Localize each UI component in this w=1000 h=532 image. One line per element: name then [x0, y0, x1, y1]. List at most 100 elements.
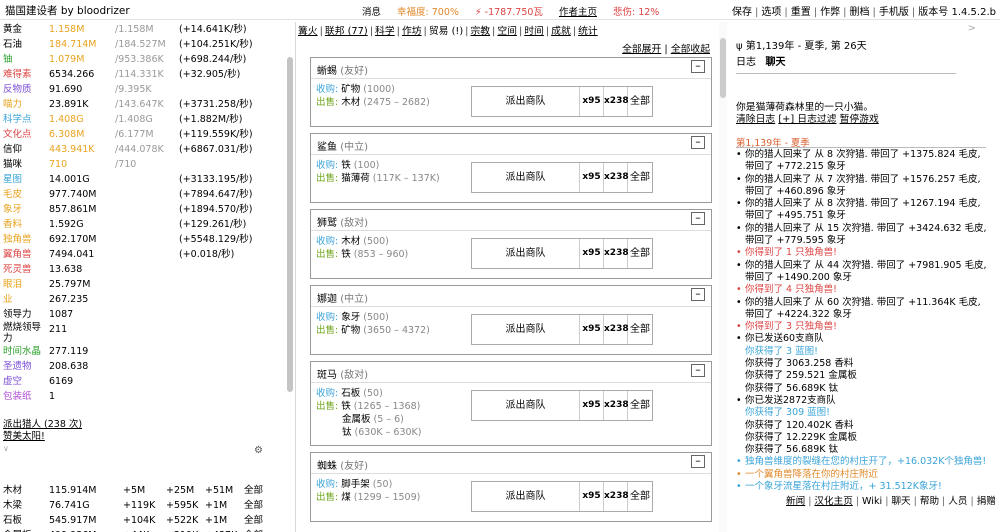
- collapse-button[interactable]: –: [691, 136, 705, 149]
- log-text: 你得到了 3 只独角兽!: [745, 321, 837, 333]
- trade-all-button[interactable]: 全部: [628, 239, 652, 268]
- tab-chat[interactable]: 聊天: [766, 57, 786, 68]
- messages-link[interactable]: 消息: [362, 7, 381, 18]
- trade-x238-button[interactable]: x238: [604, 87, 629, 116]
- craft-all-button[interactable]: 全部: [244, 498, 263, 513]
- collapse-all-link[interactable]: 全部收起: [671, 44, 710, 55]
- cheat-button[interactable]: 作弊: [820, 7, 840, 18]
- tab-stats[interactable]: 统计: [578, 26, 598, 37]
- save-button[interactable]: 保存: [732, 7, 752, 18]
- log-text: 你得到了 4 只独角兽!: [745, 284, 837, 296]
- collapse-button[interactable]: –: [691, 212, 705, 225]
- craft-amount-button[interactable]: +219K: [166, 528, 198, 532]
- tab-space[interactable]: 空间: [497, 26, 517, 37]
- resource-max: /953.386K: [115, 54, 164, 65]
- craft-name: 金属板: [3, 528, 32, 532]
- sell-amount: (1265 – 1368): [353, 401, 421, 412]
- collapse-button[interactable]: –: [691, 455, 705, 468]
- expand-all-link[interactable]: 全部展开: [622, 44, 661, 55]
- trade-x238-button[interactable]: x238: [604, 315, 629, 344]
- tab-bonfire[interactable]: 篝火: [298, 26, 318, 37]
- news-link[interactable]: 新闻: [786, 496, 805, 507]
- trade-x95-button[interactable]: x95: [580, 239, 604, 268]
- log-entry: • 独角兽维度的裂缝在您的村庄开了，+16.032K个独角兽!: [736, 456, 990, 468]
- craft-amount-button[interactable]: +595K: [166, 498, 198, 513]
- donate-link[interactable]: 捐赠: [977, 496, 996, 507]
- divider: [736, 73, 956, 74]
- options-button[interactable]: 选项: [761, 7, 781, 18]
- trade-x238-button[interactable]: x238: [604, 163, 629, 192]
- craft-all-button[interactable]: 全部: [244, 513, 263, 528]
- collapse-button[interactable]: –: [691, 364, 705, 377]
- craft-amount-button[interactable]: +44K: [123, 528, 149, 532]
- reset-button[interactable]: 重置: [791, 7, 811, 18]
- craft-amount-button[interactable]: +25M: [166, 483, 194, 498]
- trade-x95-button[interactable]: x95: [580, 87, 604, 116]
- craft-amount-button[interactable]: +1M: [205, 513, 227, 528]
- resource-name: 喵力: [3, 99, 23, 110]
- craft-all-button[interactable]: 全部: [244, 483, 263, 498]
- trade-all-button[interactable]: 全部: [628, 391, 652, 420]
- send-caravan-button[interactable]: 派出商队: [472, 315, 580, 344]
- tab-achievements[interactable]: 成就: [551, 26, 571, 37]
- log-filter-link[interactable]: [+] 日志过滤: [778, 114, 836, 125]
- trade-x95-button[interactable]: x95: [580, 315, 604, 344]
- send-caravan-button[interactable]: 派出商队: [472, 482, 580, 511]
- tab-workshop[interactable]: 作坊: [402, 26, 422, 37]
- wiki-link[interactable]: Wiki: [862, 496, 882, 507]
- tab-religion[interactable]: 宗教: [470, 26, 490, 37]
- craft-all-button[interactable]: 全部: [244, 528, 263, 532]
- trade-all-button[interactable]: 全部: [628, 87, 652, 116]
- bullet-icon: •: [736, 481, 742, 493]
- version-button[interactable]: 版本号 1.4.5.2.b: [918, 7, 996, 18]
- log-entry: 你获得了 3063.258 香料: [736, 358, 990, 370]
- craft-amount-button[interactable]: +119K: [123, 498, 155, 513]
- chat-link[interactable]: 聊天: [891, 496, 910, 507]
- race-header: 娜迦 (中立): [317, 290, 368, 305]
- collapse-button[interactable]: –: [691, 288, 705, 301]
- send-caravan-button[interactable]: 派出商队: [472, 239, 580, 268]
- resource-value: 184.714M: [49, 39, 97, 50]
- send-caravan-button[interactable]: 派出商队: [472, 391, 580, 420]
- trade-all-button[interactable]: 全部: [628, 163, 652, 192]
- tab-time[interactable]: 时间: [524, 26, 544, 37]
- trade-x95-button[interactable]: x95: [580, 391, 604, 420]
- send-caravan-button[interactable]: 派出商队: [472, 87, 580, 116]
- collapse-icon[interactable]: ∨: [3, 444, 9, 453]
- craft-amount-button[interactable]: +437K: [205, 528, 237, 532]
- clear-log-link[interactable]: 清除日志: [736, 114, 775, 125]
- craft-amount-button[interactable]: +5M: [123, 483, 145, 498]
- resource-name: 香料: [3, 219, 23, 230]
- help-link[interactable]: 帮助: [920, 496, 939, 507]
- send-caravan-button[interactable]: 派出商队: [472, 163, 580, 192]
- craft-amount-button[interactable]: +522K: [166, 513, 198, 528]
- collapse-button[interactable]: –: [691, 60, 705, 73]
- craft-amount-button[interactable]: +104K: [123, 513, 155, 528]
- left-scrollbar[interactable]: [286, 22, 294, 510]
- trade-x238-button[interactable]: x238: [604, 391, 629, 420]
- trade-all-button[interactable]: 全部: [628, 315, 652, 344]
- craft-amount-button[interactable]: +51M: [205, 483, 233, 498]
- trade-x95-button[interactable]: x95: [580, 163, 604, 192]
- trade-x238-button[interactable]: x238: [604, 239, 629, 268]
- trade-all-button[interactable]: 全部: [628, 482, 652, 511]
- craft-amount-button[interactable]: +1M: [205, 498, 227, 513]
- people-link[interactable]: 人员: [948, 496, 967, 507]
- praise-sun-link[interactable]: 赞美太阳!: [3, 431, 82, 443]
- wipe-button[interactable]: 删档: [850, 7, 870, 18]
- trade-x238-button[interactable]: x238: [604, 482, 629, 511]
- tab-federation[interactable]: 联邦 (77): [325, 26, 368, 37]
- tab-trade[interactable]: 贸易 (!): [429, 26, 463, 37]
- send-hunters-link[interactable]: 派出猎人 (238 次): [3, 419, 82, 431]
- pause-game-link[interactable]: 暂停游戏: [840, 114, 879, 125]
- localization-link[interactable]: 汉化主页: [814, 496, 852, 507]
- tab-log[interactable]: 日志: [736, 57, 756, 68]
- panel-arrow-icon[interactable]: >: [968, 23, 976, 34]
- gear-icon[interactable]: ⚙: [254, 445, 263, 456]
- mobile-button[interactable]: 手机版: [879, 7, 909, 18]
- author-link[interactable]: 作者主页: [559, 7, 597, 18]
- sell-amount: (117K – 137K): [372, 173, 440, 184]
- trade-scrollbar[interactable]: [719, 22, 727, 532]
- trade-x95-button[interactable]: x95: [580, 482, 604, 511]
- tab-science[interactable]: 科学: [375, 26, 395, 37]
